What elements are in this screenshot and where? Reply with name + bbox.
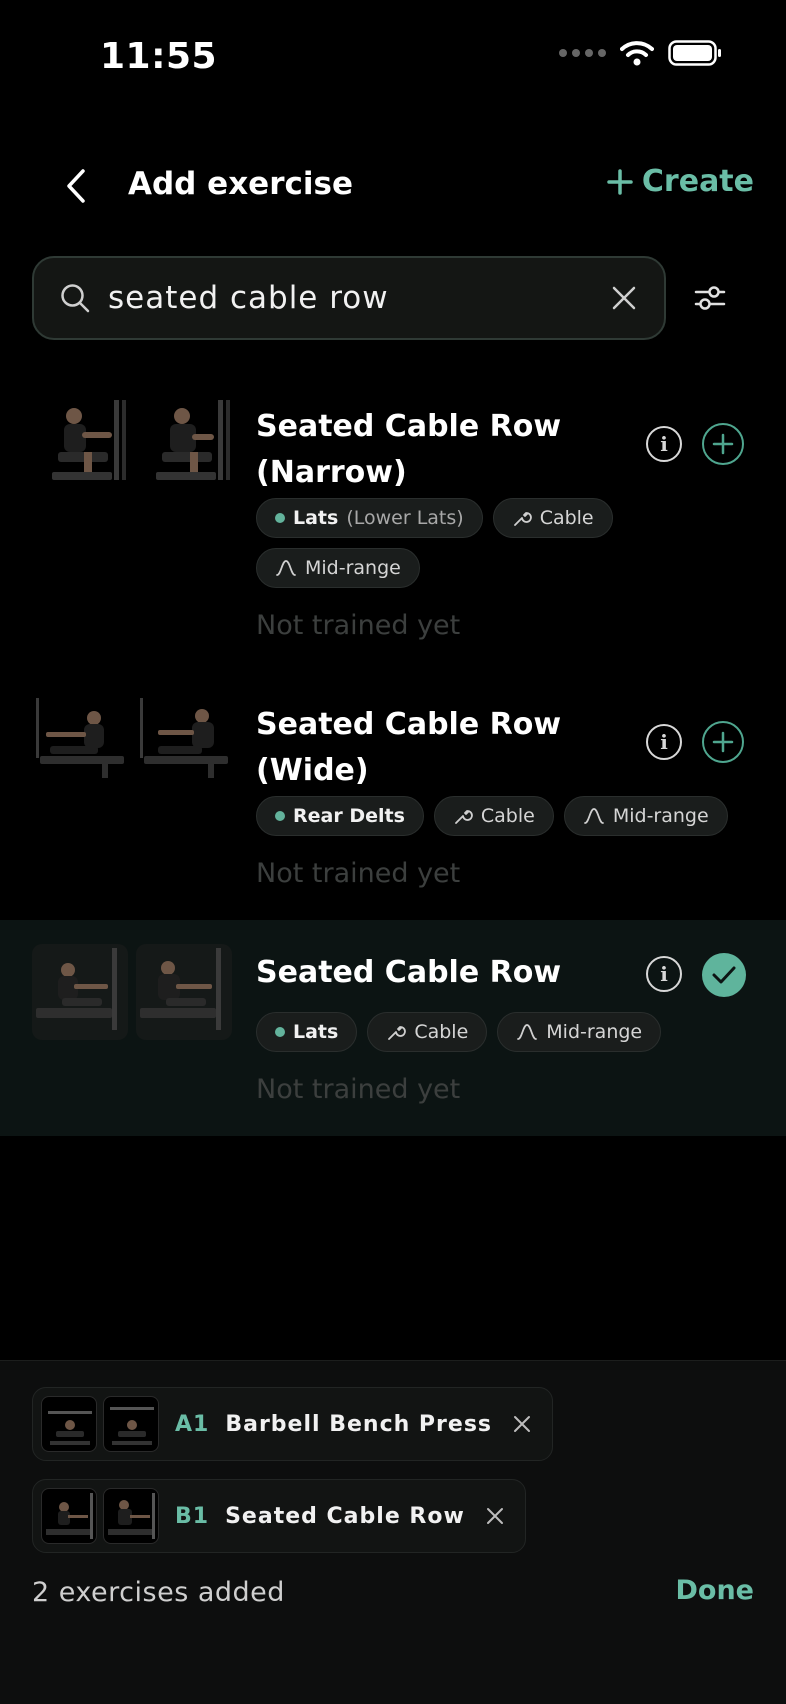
exercise-title: Seated Cable Row [256, 955, 562, 990]
plus-icon [607, 168, 633, 195]
muscle-detail: (Lower Lats) [346, 507, 464, 529]
signal-icon [559, 49, 606, 57]
range-tag: Mid-range [497, 1012, 662, 1052]
clear-icon[interactable] [610, 284, 638, 312]
equipment-tag: Cable [433, 796, 554, 836]
filter-sliders-icon [694, 286, 726, 310]
equipment-label: Cable [414, 1021, 469, 1043]
exercise-image [103, 1396, 159, 1452]
status-icons [559, 40, 722, 66]
equipment-label: Cable [539, 507, 594, 529]
close-icon[interactable] [512, 1414, 532, 1434]
training-status: Not trained yet [256, 1074, 461, 1105]
info-icon[interactable]: i [646, 724, 682, 760]
create-button[interactable]: Create [606, 164, 754, 199]
done-button[interactable]: Done [676, 1575, 755, 1606]
back-button[interactable] [56, 164, 96, 208]
training-status: Not trained yet [256, 858, 461, 889]
search-box[interactable] [32, 256, 666, 340]
wrench-icon [513, 512, 532, 526]
muscle-dot [275, 513, 285, 523]
exercise-tags: Lats Cable Mid-range [256, 1012, 756, 1052]
create-label: Create [641, 164, 754, 199]
muscle-label: Lats [293, 1021, 339, 1043]
muscle-dot [275, 1027, 285, 1037]
added-name: Barbell Bench Press [225, 1411, 493, 1437]
search-icon [61, 284, 90, 313]
exercise-thumbnails [44, 394, 244, 490]
range-tag: Mid-range [563, 796, 728, 836]
range-label: Mid-range [546, 1021, 643, 1043]
added-code: A1 [175, 1411, 210, 1437]
muscle-dot [275, 811, 285, 821]
info-icon[interactable]: i [646, 956, 682, 992]
exercise-tags: Rear Delts Cable Mid-range [256, 796, 756, 836]
muscle-tag: Lats (Lower Lats) [256, 498, 483, 538]
search-input[interactable] [108, 272, 578, 324]
equipment-tag: Cable [367, 1012, 488, 1052]
exercise-result-selected[interactable]: Seated Cable Row i Lats Cable Mid-range … [0, 920, 786, 1136]
exercise-image [136, 690, 232, 786]
range-label: Mid-range [612, 805, 709, 827]
check-circle-icon[interactable] [702, 953, 746, 997]
added-thumbnails [41, 1396, 159, 1452]
exercise-image [148, 394, 244, 490]
exercise-image [32, 690, 128, 786]
range-tag: Mid-range [256, 548, 420, 588]
filter-button[interactable] [690, 278, 730, 318]
muscle-label: Rear Delts [293, 805, 405, 827]
exercise-image [41, 1488, 97, 1544]
close-icon[interactable] [485, 1506, 505, 1526]
muscle-tag: Rear Delts [256, 796, 424, 836]
wifi-icon [620, 41, 654, 66]
exercise-title: Seated Cable Row (Narrow) [256, 409, 562, 490]
added-exercises-panel: A1 Barbell Bench Press B1 Seated Cable R… [0, 1360, 786, 1704]
added-exercise-chip[interactable]: B1 Seated Cable Row [32, 1479, 526, 1553]
equipment-label: Cable [480, 805, 535, 827]
exercise-result[interactable]: Seated Cable Row (Wide) i Rear Delts Cab… [0, 690, 786, 920]
exercise-tags: Lats (Lower Lats) Cable Mid-range [256, 498, 726, 588]
add-circle-icon[interactable] [702, 721, 744, 763]
exercise-image [41, 1396, 97, 1452]
info-icon[interactable]: i [646, 426, 682, 462]
exercise-result[interactable]: Seated Cable Row (Narrow) i Lats (Lower … [0, 392, 786, 652]
added-thumbnails [41, 1488, 159, 1544]
exercise-thumbnails [32, 690, 232, 786]
added-name: Seated Cable Row [225, 1503, 465, 1529]
range-icon [517, 1024, 538, 1040]
exercise-image [136, 944, 232, 1040]
exercise-image [44, 394, 140, 490]
added-count: 2 exercises added [32, 1577, 285, 1608]
exercise-image [103, 1488, 159, 1544]
back-chevron-icon [67, 169, 85, 203]
equipment-tag: Cable [492, 498, 613, 538]
muscle-label: Lats [293, 507, 339, 529]
exercise-thumbnails [32, 944, 232, 1040]
wrench-icon [454, 810, 473, 824]
range-label: Mid-range [305, 557, 401, 579]
added-code: B1 [175, 1503, 210, 1529]
training-status: Not trained yet [256, 610, 461, 641]
status-time: 11:55 [100, 36, 218, 77]
exercise-image [32, 944, 128, 1040]
add-circle-icon[interactable] [702, 423, 744, 465]
range-icon [276, 560, 296, 576]
exercise-title: Seated Cable Row (Wide) [256, 707, 562, 788]
muscle-tag: Lats [256, 1012, 358, 1052]
header: Add exercise Create [0, 150, 786, 222]
added-exercise-chip[interactable]: A1 Barbell Bench Press [32, 1387, 554, 1461]
page-title: Add exercise [128, 166, 353, 202]
range-icon [583, 808, 604, 824]
wrench-icon [388, 1026, 407, 1040]
status-bar: 11:55 [0, 0, 786, 120]
battery-icon [668, 40, 721, 66]
